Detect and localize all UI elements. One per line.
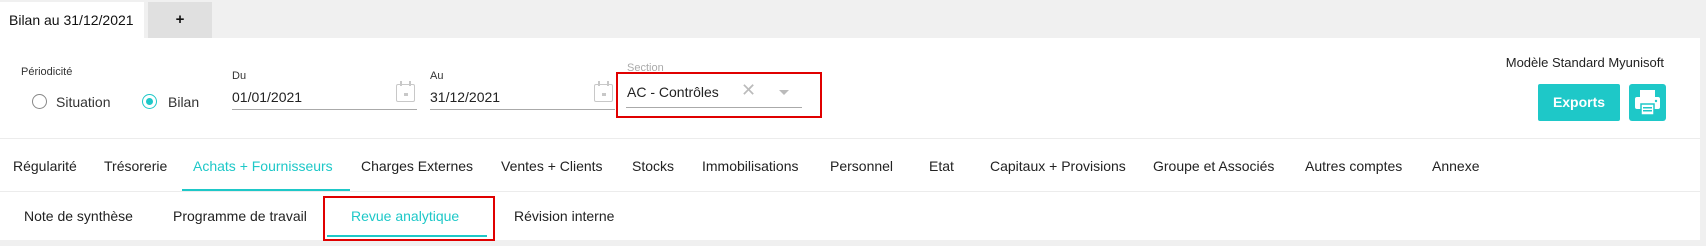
radio-bilan[interactable] bbox=[142, 94, 157, 109]
from-date-value: 01/01/2021 bbox=[232, 89, 303, 105]
calendar-icon[interactable] bbox=[396, 81, 415, 102]
to-date-field[interactable]: 31/12/2021 bbox=[430, 80, 615, 110]
from-date-field[interactable]: 01/01/2021 bbox=[232, 80, 417, 110]
chevron-down-icon[interactable] bbox=[779, 90, 789, 95]
divider bbox=[0, 191, 1700, 192]
tab-etat[interactable]: Etat bbox=[929, 158, 954, 174]
tab-immobilisations[interactable]: Immobilisations bbox=[702, 158, 798, 174]
tab-personnel[interactable]: Personnel bbox=[830, 158, 893, 174]
tab-annexe[interactable]: Annexe bbox=[1432, 158, 1479, 174]
printer-icon bbox=[1635, 90, 1660, 116]
add-tab-button[interactable]: + bbox=[148, 2, 212, 38]
tab-stocks[interactable]: Stocks bbox=[632, 158, 674, 174]
tab-charges-externes[interactable]: Charges Externes bbox=[361, 158, 473, 174]
radio-situation-label[interactable]: Situation bbox=[56, 94, 110, 110]
model-name: Modèle Standard Myunisoft bbox=[1505, 55, 1664, 70]
subtab-revue-analytique[interactable]: Revue analytique bbox=[351, 208, 459, 224]
radio-situation[interactable] bbox=[32, 94, 47, 109]
tab-groupe-associes[interactable]: Groupe et Associés bbox=[1153, 158, 1274, 174]
tab-autres-comptes[interactable]: Autres comptes bbox=[1305, 158, 1402, 174]
balance-sheet-panel: Périodicité Situation Bilan Du 01/01/202… bbox=[0, 38, 1700, 241]
document-tab[interactable]: Bilan au 31/12/2021 bbox=[0, 2, 144, 38]
clear-icon[interactable]: ✕ bbox=[741, 80, 756, 101]
section-value: AC - Contrôles bbox=[627, 84, 719, 100]
subtab-revision-interne[interactable]: Révision interne bbox=[514, 208, 614, 224]
tab-ventes-clients[interactable]: Ventes + Clients bbox=[501, 158, 603, 174]
divider bbox=[0, 138, 1700, 139]
tab-achats-fournisseurs[interactable]: Achats + Fournisseurs bbox=[193, 158, 333, 174]
subtab-note-de-synthese[interactable]: Note de synthèse bbox=[24, 208, 133, 224]
section-label: Section bbox=[627, 62, 664, 74]
to-date-value: 31/12/2021 bbox=[430, 89, 501, 105]
subtab-programme-de-travail[interactable]: Programme de travail bbox=[173, 208, 307, 224]
exports-button[interactable]: Exports bbox=[1538, 84, 1620, 121]
tab-regularite[interactable]: Régularité bbox=[13, 158, 77, 174]
section-select[interactable]: AC - Contrôles ✕ bbox=[626, 78, 802, 108]
document-tab-strip: Bilan au 31/12/2021 + bbox=[0, 0, 1706, 38]
periodicity-label: Périodicité bbox=[21, 66, 73, 78]
radio-bilan-label[interactable]: Bilan bbox=[168, 94, 199, 110]
tab-capitaux-provisions[interactable]: Capitaux + Provisions bbox=[990, 158, 1126, 174]
calendar-icon[interactable] bbox=[594, 81, 613, 102]
active-subtab-indicator bbox=[327, 235, 487, 237]
print-button[interactable] bbox=[1629, 84, 1666, 121]
tab-tresorerie[interactable]: Trésorerie bbox=[104, 158, 167, 174]
